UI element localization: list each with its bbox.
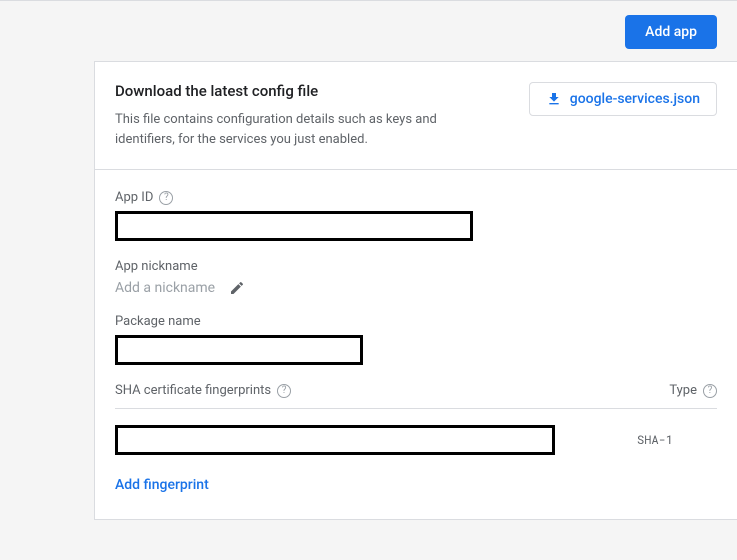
- sha-type-header: Type: [669, 383, 697, 398]
- header-row: Add app: [0, 1, 737, 61]
- package-name-value: [115, 335, 363, 365]
- add-app-button[interactable]: Add app: [625, 15, 717, 49]
- add-fingerprint-button[interactable]: Add fingerprint: [115, 471, 209, 499]
- config-file-section: Download the latest config file This fil…: [95, 62, 737, 170]
- sha-row: SHA-1: [115, 421, 717, 471]
- sha-type-value: SHA-1: [637, 432, 717, 448]
- app-id-label: App ID: [115, 190, 153, 205]
- download-config-button[interactable]: google-services.json: [529, 82, 717, 116]
- help-icon[interactable]: ?: [277, 384, 291, 398]
- app-id-group: App ID ?: [115, 190, 717, 241]
- download-config-label: google-services.json: [570, 91, 700, 107]
- package-name-group: Package name: [115, 314, 717, 365]
- app-fields-section: App ID ? App nickname Add a nickname Pac…: [95, 170, 737, 365]
- nickname-group: App nickname Add a nickname: [115, 259, 717, 296]
- app-id-value: [115, 211, 473, 241]
- config-description: This file contains configuration details…: [115, 110, 455, 149]
- sha-fingerprint-value: [115, 425, 555, 455]
- config-title: Download the latest config file: [115, 82, 529, 100]
- app-settings-card: Download the latest config file This fil…: [94, 61, 737, 520]
- package-name-label: Package name: [115, 314, 201, 329]
- nickname-input[interactable]: Add a nickname: [115, 280, 215, 296]
- help-icon[interactable]: ?: [159, 191, 173, 205]
- sha-section: SHA certificate fingerprints ? Type ? SH…: [95, 383, 737, 519]
- edit-icon[interactable]: [229, 280, 245, 296]
- download-icon: [546, 91, 562, 107]
- sha-header-label: SHA certificate fingerprints: [115, 383, 271, 398]
- nickname-label: App nickname: [115, 259, 198, 274]
- help-icon[interactable]: ?: [703, 384, 717, 398]
